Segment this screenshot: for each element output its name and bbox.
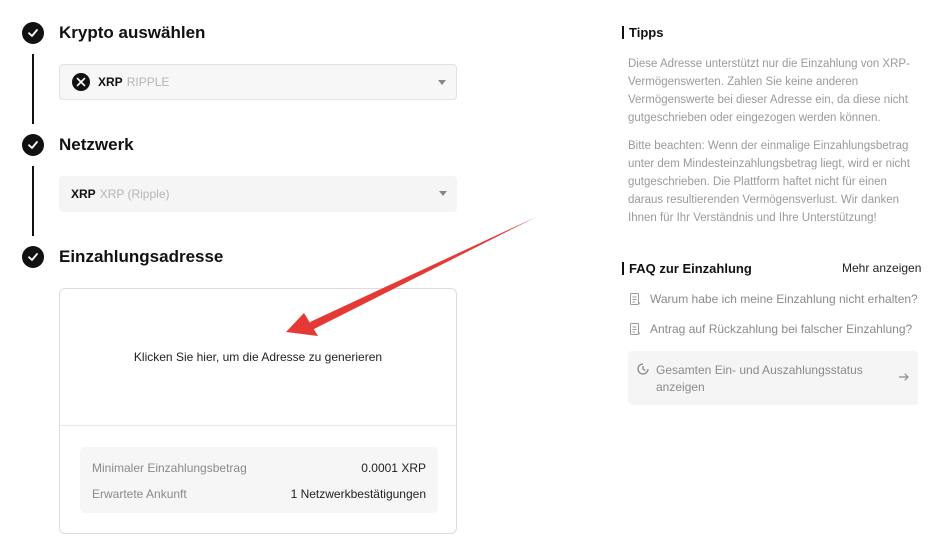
title-bar-decoration — [622, 26, 624, 39]
network-name: XRP (Ripple) — [99, 187, 170, 201]
chevron-down-icon — [439, 191, 447, 196]
show-more-link[interactable]: Mehr anzeigen — [842, 261, 921, 275]
faq-item-1[interactable]: Warum habe ich meine Einzahlung nicht er… — [628, 292, 918, 306]
title-bar-decoration — [622, 262, 624, 275]
chevron-down-icon — [438, 80, 446, 85]
arrival-label: Erwartete Ankunft — [92, 487, 187, 501]
status-link-text: Gesamten Ein- und Auszahlungsstatus anze… — [656, 363, 863, 394]
step-2-check-icon — [22, 134, 44, 156]
faq-title-text: FAQ zur Einzahlung — [629, 261, 752, 276]
faq-item-1-label: Warum habe ich meine Einzahlung nicht er… — [650, 292, 918, 306]
step-connector-2 — [32, 166, 34, 236]
crypto-select[interactable]: XRP RIPPLE — [59, 64, 457, 100]
network-select[interactable]: XRP XRP (Ripple) — [59, 176, 457, 212]
tips-title: Tipps — [622, 25, 663, 40]
step-1-title: Krypto auswählen — [59, 23, 206, 42]
arrival-value: 1 Netzwerkbestätigungen — [290, 487, 426, 501]
tips-title-text: Tipps — [629, 25, 664, 40]
crypto-symbol: XRP — [98, 75, 123, 89]
min-deposit-label: Minimaler Einzahlungsbetrag — [92, 461, 247, 475]
tips-paragraph-1: Diese Adresse unterstützt nur die Einzah… — [628, 58, 910, 124]
min-deposit-value: 0.0001 XRP — [361, 461, 426, 475]
faq-item-2[interactable]: Antrag auf Rückzahlung bei falscher Einz… — [628, 322, 912, 336]
faq-item-2-label: Antrag auf Rückzahlung bei falscher Einz… — [650, 322, 913, 336]
generate-address-button[interactable]: Klicken Sie hier, um die Adresse zu gene… — [60, 289, 456, 426]
deposit-address-card: Klicken Sie hier, um die Adresse zu gene… — [59, 288, 457, 534]
step-3-check-icon — [22, 246, 44, 268]
step-3-title: Einzahlungsadresse — [59, 247, 224, 266]
deposit-withdrawal-status-link[interactable]: Gesamten Ein- und Auszahlungsstatus anze… — [628, 351, 918, 405]
step-connector-1 — [32, 54, 34, 124]
tips-paragraph-2: Bitte beachten: Wenn der einmalige Einza… — [628, 140, 910, 224]
clock-icon — [637, 363, 649, 375]
step-1-check-icon — [22, 22, 44, 44]
xrp-coin-icon — [72, 73, 90, 91]
document-icon — [630, 293, 641, 305]
min-deposit-row: Minimaler Einzahlungsbetrag 0.0001 XRP — [92, 461, 426, 475]
document-icon — [630, 323, 641, 335]
network-symbol: XRP — [71, 187, 96, 201]
arrival-row: Erwartete Ankunft 1 Netzwerkbestätigunge… — [92, 487, 426, 501]
deposit-info-box: Minimaler Einzahlungsbetrag 0.0001 XRP E… — [80, 447, 438, 513]
crypto-name: RIPPLE — [126, 75, 170, 89]
arrow-right-icon — [898, 373, 909, 381]
faq-title: FAQ zur Einzahlung — [622, 261, 752, 276]
step-2-title: Netzwerk — [59, 135, 134, 154]
